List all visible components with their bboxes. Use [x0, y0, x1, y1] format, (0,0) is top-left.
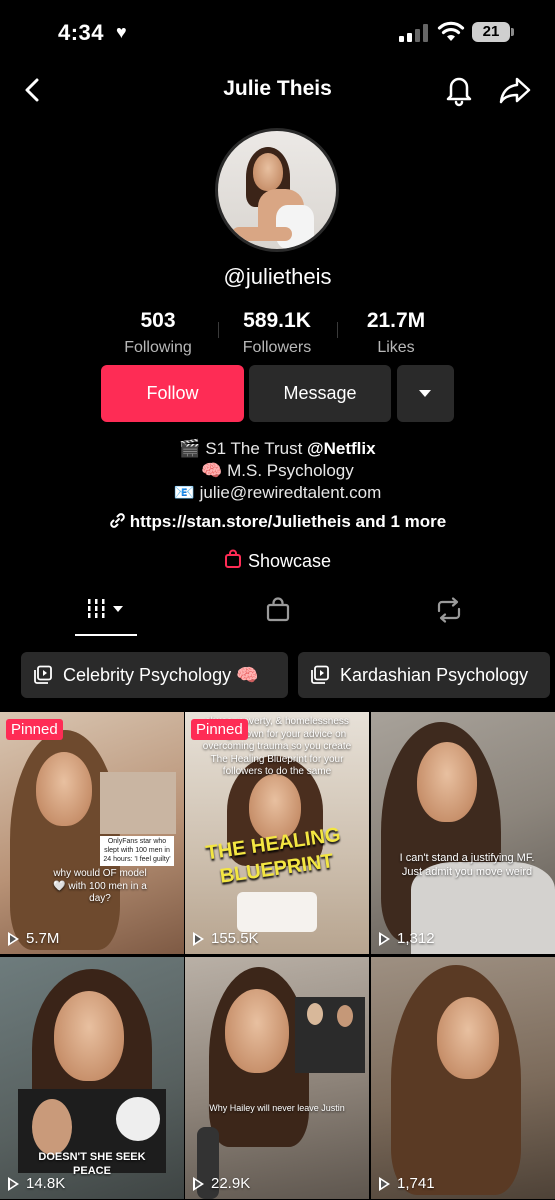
thumbnail-face	[36, 752, 92, 826]
inset-face	[307, 1003, 323, 1025]
stat-label: Followers	[242, 339, 312, 356]
bio-line-1: 🎬 S1 The Trust @Netflix	[0, 439, 555, 459]
view-count: 1,312	[379, 930, 435, 947]
bio-link-more[interactable]: and 1 more	[356, 512, 447, 531]
suggested-accounts-button[interactable]	[397, 365, 454, 422]
thumbnail-face	[437, 997, 499, 1079]
stat-label: Following	[124, 339, 192, 356]
stat-following[interactable]: 503 Following	[98, 309, 218, 357]
showcase-label[interactable]: Showcase	[248, 551, 331, 571]
link-icon	[109, 513, 125, 528]
clapperboard-icon: 🎬	[179, 439, 201, 458]
video-caption: why would OF model 🤍 with 100 men in a d…	[53, 868, 147, 904]
thumbnail-top	[237, 892, 317, 932]
playlist-label: Kardashian Psychology	[340, 665, 529, 685]
video-thumbnail[interactable]: I can't stand a justifying MF. Just admi…	[371, 712, 555, 954]
stat-value: 503	[140, 309, 176, 332]
bio-link[interactable]: https://stan.store/Julietheis and 1 more	[0, 512, 555, 532]
avatar-legs	[232, 227, 292, 241]
inset-photo	[295, 997, 365, 1073]
playlist-label: Celebrity Psychology 🧠	[63, 665, 259, 685]
video-caption: I can't stand a justifying MF. Just admi…	[399, 852, 535, 878]
bio-text: julie@rewiredtalent.com	[199, 483, 382, 502]
playlist-chip[interactable]: Celebrity Psychology 🧠	[21, 652, 288, 698]
video-caption-top: OnlyFans star who slept with 100 men in …	[100, 836, 174, 867]
email-icon: 📧	[173, 483, 195, 502]
grid-icon	[88, 599, 123, 618]
stat-value: 21.7M	[366, 309, 426, 332]
inset-photo	[100, 772, 176, 834]
bio-link-url[interactable]: https://stan.store/Julietheis	[130, 512, 351, 531]
video-caption: THE HEALING BLUEPRINT	[204, 823, 342, 888]
tab-reposts[interactable]	[434, 596, 464, 636]
thumbnail-face	[54, 991, 124, 1081]
bio-mention[interactable]: @Netflix	[307, 439, 376, 458]
bio-line-2: 🧠 M.S. Psychology	[0, 461, 555, 481]
follow-button[interactable]: Follow	[101, 365, 244, 422]
signal-icon	[399, 24, 429, 42]
thumbnail-face	[417, 742, 477, 822]
inset-portrait	[116, 1097, 160, 1141]
heart-icon: ♥	[116, 22, 127, 42]
message-button[interactable]: Message	[249, 365, 391, 422]
inset-face	[337, 1005, 353, 1027]
shopping-bag-icon	[224, 549, 241, 568]
battery-nub	[511, 28, 514, 36]
playlist-icon	[311, 665, 329, 684]
brain-icon: 🧠	[201, 461, 223, 480]
video-thumbnail[interactable]: Why Hailey will never leave Justin 22.9K	[185, 957, 369, 1199]
tab-videos[interactable]	[84, 596, 130, 636]
view-count: 14.8K	[8, 1175, 65, 1192]
view-count: 5.7M	[8, 930, 59, 947]
showcase-link[interactable]: Showcase	[0, 549, 555, 572]
playlist-chip[interactable]: Kardashian Psychology	[298, 652, 550, 698]
username: @julietheis	[223, 264, 332, 289]
active-tab-indicator	[75, 634, 137, 636]
pinned-badge: Pinned	[191, 719, 248, 740]
video-thumbnail[interactable]: 1,741	[371, 957, 555, 1199]
status-time: 4:34	[58, 20, 105, 45]
video-caption: Why Hailey will never leave Justin	[209, 1103, 345, 1113]
status-bar: 4:34 ♥ 21	[0, 0, 555, 66]
bio-text: S1 The Trust	[205, 439, 308, 458]
share-icon[interactable]	[498, 74, 532, 106]
bell-icon[interactable]	[443, 73, 475, 107]
stat-followers[interactable]: 589.1K Followers	[217, 309, 337, 357]
thumbnail-face	[225, 989, 289, 1073]
view-count: 1,741	[379, 1175, 435, 1192]
avatar-face	[253, 153, 283, 191]
shopping-bag-icon	[266, 597, 290, 622]
bio-line-3: 📧 julie@rewiredtalent.com	[0, 483, 555, 503]
view-count: 155.5K	[193, 930, 259, 947]
video-thumbnail[interactable]: abuse, poverty, & homelessness being kno…	[185, 712, 369, 954]
video-thumbnail[interactable]: DOESN'T SHE SEEK PEACE 14.8K	[0, 957, 184, 1199]
bio-text: M.S. Psychology	[227, 461, 354, 480]
view-count: 22.9K	[193, 1175, 250, 1192]
chevron-down-icon	[419, 390, 431, 397]
repost-icon	[437, 597, 461, 623]
playlist-icon	[34, 665, 52, 684]
battery-indicator: 21	[472, 22, 510, 42]
profile-avatar[interactable]	[215, 128, 339, 252]
stat-likes[interactable]: 21.7M Likes	[336, 309, 456, 357]
video-thumbnail[interactable]: OnlyFans star who slept with 100 men in …	[0, 712, 184, 954]
stat-label: Likes	[377, 339, 415, 356]
pinned-badge: Pinned	[6, 719, 63, 740]
wifi-icon	[437, 21, 465, 41]
tab-shop[interactable]	[264, 596, 292, 636]
inset-face	[32, 1099, 72, 1155]
stat-value: 589.1K	[243, 309, 311, 332]
